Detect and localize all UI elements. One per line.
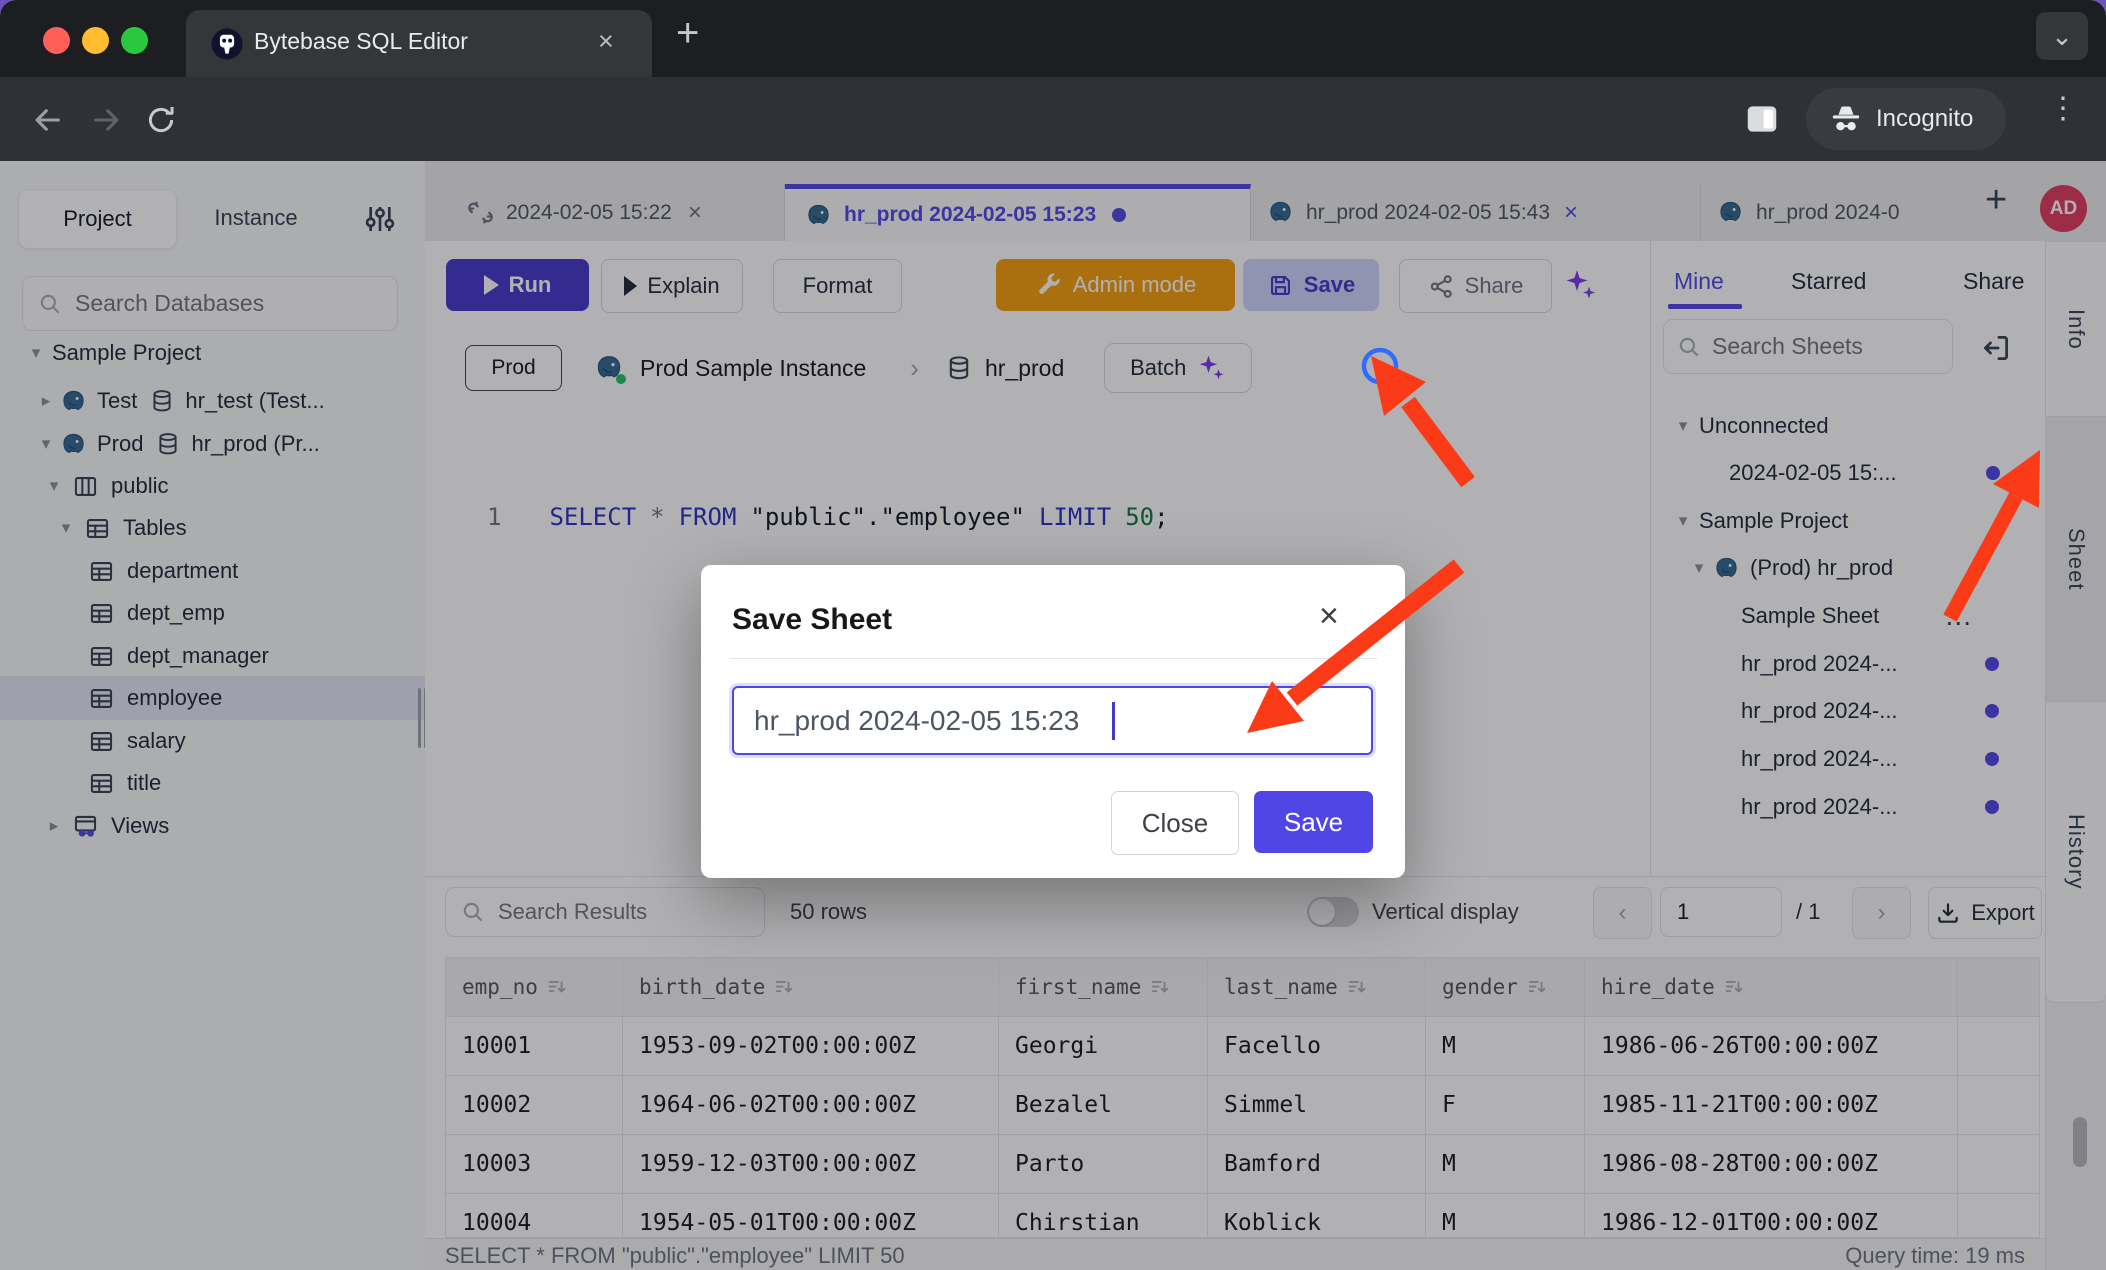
- browser-menu-icon[interactable]: ⋮: [2048, 91, 2078, 126]
- text-cursor: [1112, 702, 1115, 740]
- browser-window: Bytebase SQL Editor × + ⌄ localhost:8080…: [0, 0, 2106, 1270]
- sheet-name-input[interactable]: [734, 688, 1371, 753]
- screenshot-root: Bytebase SQL Editor × + ⌄ localhost:8080…: [0, 0, 2106, 1270]
- browser-tab-title: Bytebase SQL Editor: [254, 28, 468, 55]
- incognito-badge: Incognito: [1806, 88, 2006, 150]
- window-close-button[interactable]: [43, 27, 70, 54]
- browser-tab[interactable]: Bytebase SQL Editor ×: [186, 10, 652, 77]
- dialog-close-button[interactable]: Close: [1111, 791, 1239, 855]
- incognito-label: Incognito: [1876, 105, 1973, 133]
- back-icon[interactable]: [30, 103, 64, 137]
- window-zoom-button[interactable]: [121, 27, 148, 54]
- browser-toolbar: localhost:8080/sql-editor/prod-sample-in…: [0, 77, 2106, 161]
- tab-search-chevron-button[interactable]: ⌄: [2036, 12, 2088, 60]
- new-tab-button[interactable]: +: [676, 11, 699, 56]
- save-sheet-dialog: Save Sheet × Close Save: [701, 565, 1405, 878]
- dialog-save-button[interactable]: Save: [1254, 791, 1373, 853]
- dialog-divider: [729, 658, 1377, 659]
- sheet-name-field[interactable]: [732, 686, 1373, 755]
- bytebase-favicon-icon: [210, 27, 244, 61]
- forward-icon[interactable]: [90, 103, 124, 137]
- dialog-close-icon[interactable]: ×: [1319, 597, 1339, 636]
- browser-tab-strip: Bytebase SQL Editor × + ⌄: [0, 0, 2106, 77]
- dialog-title: Save Sheet: [732, 603, 892, 637]
- browser-tab-close-icon[interactable]: ×: [598, 26, 614, 57]
- incognito-icon: [1828, 101, 1864, 137]
- reload-icon[interactable]: [144, 103, 178, 137]
- window-minimize-button[interactable]: [82, 27, 109, 54]
- side-panel-icon[interactable]: [1742, 100, 1782, 138]
